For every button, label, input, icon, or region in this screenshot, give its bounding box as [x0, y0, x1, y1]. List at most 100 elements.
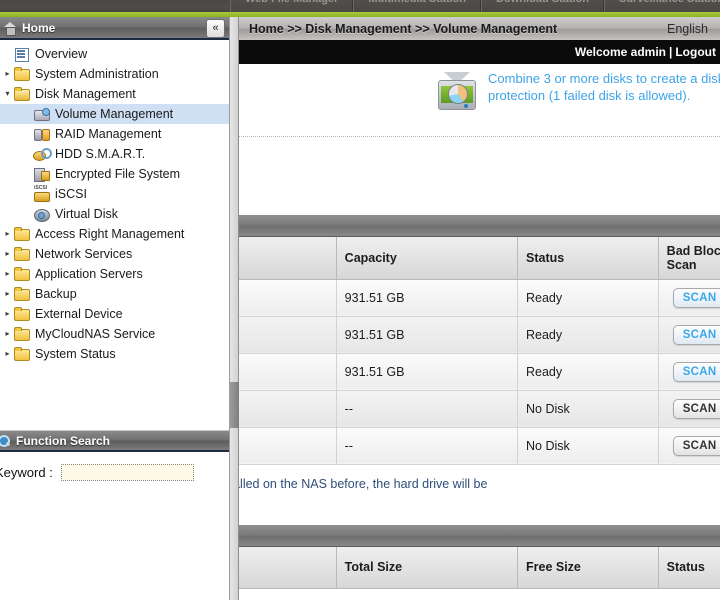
folder-icon [13, 346, 31, 362]
col-model: Model [239, 237, 336, 279]
sidebar-item-network-services[interactable]: ▸ Network Services [0, 244, 229, 264]
cell-capacity: 931.51 GB [336, 353, 517, 390]
twisty-icon[interactable]: ▸ [2, 324, 13, 344]
sidebar-item-label: iSCSI [55, 187, 87, 201]
cell-status: Ready [518, 316, 659, 353]
sidebar-collapse-button[interactable]: « [206, 19, 225, 38]
col-file-system: File System [239, 547, 336, 589]
twisty-icon[interactable]: ▾ [2, 84, 13, 104]
twisty-icon[interactable]: ▸ [2, 244, 13, 264]
tab-surveillance-station[interactable]: Surveillance Station [604, 0, 720, 12]
col-free-size: Free Size [518, 547, 659, 589]
cell-model [239, 427, 336, 464]
blurb-right: Combine 3 or more disks to create a disk… [414, 64, 720, 128]
sidebar-item-iscsi[interactable]: iSCSI [0, 184, 229, 204]
table-row: Drive 3.0931.51 GBReadySCAN NOWGOOD [239, 353, 720, 390]
cell-bad-blocks-scan: SCAN NOW [658, 279, 720, 316]
table-row: Drive 2.0931.51 GBReadySCAN NOWGOOD [239, 316, 720, 353]
function-search-body: Keyword : [0, 454, 229, 490]
scan-now-button[interactable]: SCAN NOW [673, 436, 720, 456]
blurb-row-top: me. [239, 64, 720, 128]
search-input[interactable] [61, 464, 194, 481]
breadcrumb-bar: Home >> Disk Management >> Volume Manage… [239, 17, 720, 40]
physical-disks-section-title: Physical Disks [239, 215, 720, 237]
twisty-icon[interactable]: ▸ [2, 64, 13, 84]
cell-status: Ready [518, 279, 659, 316]
content-scroll-pane[interactable]: me. [239, 64, 720, 600]
sidebar-item-label: HDD S.M.A.R.T. [55, 147, 145, 161]
blurb-row-bottom: o create a disk (2 failed disks [239, 137, 720, 201]
col-total-size: Total Size [336, 547, 517, 589]
cell-status: No Disk [518, 427, 659, 464]
note-line-1: ve (new or used) which has never been in… [239, 475, 720, 494]
folder-icon [13, 326, 31, 342]
blurb-spacer [239, 201, 720, 215]
sidebar-item-external-device[interactable]: ▸ External Device [0, 304, 229, 324]
sidebar-item-label: System Administration [35, 67, 159, 81]
sidebar-item-label: Access Right Management [35, 227, 184, 241]
logout-link[interactable]: Logout [675, 45, 716, 59]
sidebar-item-label: Backup [35, 287, 77, 301]
table-header-row: Disk Model Capacity Status Bad Blocks Sc… [239, 237, 720, 279]
function-search-header: Function Search [0, 430, 229, 452]
tab-web-file-manager[interactable]: Web File Manager [230, 0, 353, 12]
sidebar-item-encrypted-file-system[interactable]: Encrypted File System [0, 164, 229, 184]
folder-icon [13, 66, 31, 82]
sidebar-item-overview[interactable]: Overview [0, 44, 229, 64]
virtual-disk-icon [33, 206, 51, 222]
sidebar-item-label: Disk Management [35, 87, 136, 101]
sidebar-item-virtual-disk[interactable]: Virtual Disk [0, 204, 229, 224]
raid-type-blurbs: me. [239, 64, 720, 215]
sidebar-item-label: System Status [35, 347, 116, 361]
cell-capacity: 931.51 GB [336, 316, 517, 353]
sidebar-item-label: Network Services [35, 247, 132, 261]
twisty-icon[interactable]: ▸ [2, 304, 13, 324]
physical-disks-table: Disk Model Capacity Status Bad Blocks Sc… [239, 237, 720, 465]
twisty-icon[interactable]: ▸ [2, 284, 13, 304]
sidebar-item-system-status[interactable]: ▸ System Status [0, 344, 229, 364]
sidebar-item-backup[interactable]: ▸ Backup [0, 284, 229, 304]
table-row: Drive 1.0931.51 GBReadySCAN NOWGOOD [239, 279, 720, 316]
col-status: Status [518, 237, 659, 279]
twisty-icon[interactable]: ▸ [2, 344, 13, 364]
physical-disks-note: ve (new or used) which has never been in… [239, 465, 720, 525]
sidebar-item-application-servers[interactable]: ▸ Application Servers [0, 264, 229, 284]
table-row: Drive 4--No DiskSCAN NOW--- [239, 390, 720, 427]
sidebar-item-label: RAID Management [55, 127, 161, 141]
welcome-user: Welcome admin [575, 45, 666, 59]
scan-now-button[interactable]: SCAN NOW [673, 399, 720, 419]
breadcrumb: Home >> Disk Management >> Volume Manage… [249, 22, 557, 36]
iscsi-icon [33, 186, 51, 202]
sidebar-item-raid-management[interactable]: RAID Management [0, 124, 229, 144]
divider-grip[interactable] [230, 382, 239, 428]
sidebar-item-label: External Device [35, 307, 123, 321]
smart-disk-icon [33, 146, 51, 162]
tab-multimedia-station[interactable]: Multimedia Station [353, 0, 481, 12]
scan-now-button[interactable]: SCAN NOW [673, 362, 720, 382]
scan-now-button[interactable]: SCAN NOW [673, 325, 720, 345]
sidebar-item-system-administration[interactable]: ▸ System Administration [0, 64, 229, 84]
cell-bad-blocks-scan: SCAN NOW [658, 353, 720, 390]
twisty-icon[interactable]: ▸ [2, 264, 13, 284]
folder-open-icon [13, 86, 31, 102]
sidebar-item-disk-management[interactable]: ▾ Disk Management [0, 84, 229, 104]
sidebar-item-access-right-management[interactable]: ▸ Access Right Management [0, 224, 229, 244]
sidebar-item-label: Application Servers [35, 267, 143, 281]
folder-icon [13, 266, 31, 282]
sidebar-item-volume-management[interactable]: Volume Management [0, 104, 229, 124]
language-link[interactable]: English [667, 22, 708, 36]
blurb-left: me. [239, 64, 414, 128]
pane-divider[interactable] [230, 17, 239, 600]
magnifier-icon [0, 434, 11, 448]
sidebar-item-label: Virtual Disk [55, 207, 118, 221]
sidebar-item-mycloudnas-service[interactable]: ▸MyCloudNAS Service [0, 324, 229, 344]
scan-now-button[interactable]: SCAN NOW [673, 288, 720, 308]
twisty-icon[interactable]: ▸ [2, 224, 13, 244]
cell-status: Ready [518, 353, 659, 390]
tab-download-station[interactable]: Download Station [481, 0, 604, 12]
overview-doc-icon [13, 46, 31, 62]
sidebar-item-hdd-s-m-a-r-t[interactable]: HDD S.M.A.R.T. [0, 144, 229, 164]
cell-bad-blocks-scan: SCAN NOW [658, 427, 720, 464]
main-content: Home >> Disk Management >> Volume Manage… [239, 17, 720, 600]
content-inner: me. [239, 64, 720, 589]
